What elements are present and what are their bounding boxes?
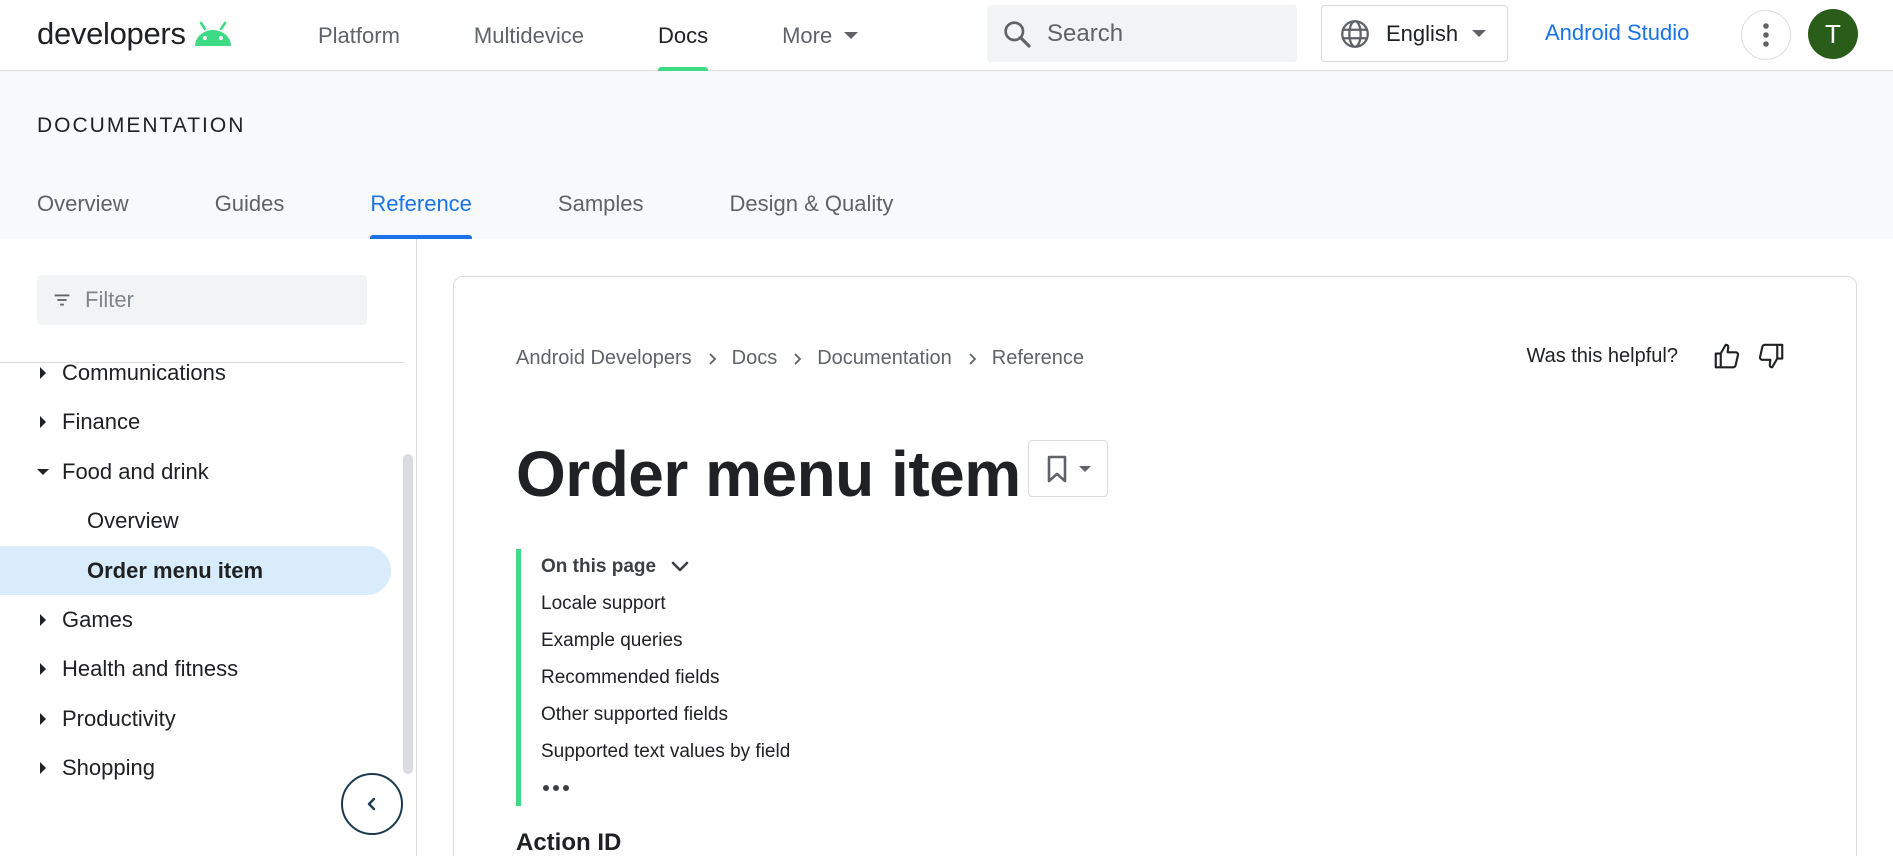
filter-box[interactable] <box>37 275 367 325</box>
page-title: Order menu item <box>516 438 1021 510</box>
top-nav: Platform Multidevice Docs More <box>318 0 932 71</box>
search-box[interactable] <box>987 5 1297 62</box>
language-label: English <box>1386 20 1459 46</box>
sidebar-item-food-and-drink[interactable]: Food and drink <box>0 447 391 496</box>
sidebar-nav-list: Communications Finance Food and drink Ov… <box>0 363 404 823</box>
expand-arrow-icon <box>40 662 46 675</box>
sidebar-item-finance[interactable]: Finance <box>0 397 391 446</box>
breadcrumb: Android Developers Docs Documentation Re… <box>516 347 1084 370</box>
language-select[interactable]: English <box>1321 5 1508 62</box>
sidebar-item-health-and-fitness[interactable]: Health and fitness <box>0 644 391 693</box>
toc-item[interactable]: Locale support <box>541 585 916 622</box>
toc-item[interactable]: Recommended fields <box>541 659 916 696</box>
filter-input[interactable] <box>85 287 345 313</box>
sidebar-item-label: Food and drink <box>62 458 209 484</box>
tab-samples[interactable]: Samples <box>558 183 644 239</box>
table-of-contents: On this page Locale support Example quer… <box>516 549 916 806</box>
expand-arrow-icon <box>40 366 46 379</box>
sidebar-item-order-menu-item[interactable]: Order menu item <box>0 546 391 595</box>
bookmark-button[interactable] <box>1028 440 1108 497</box>
avatar-initial: T <box>1825 18 1841 49</box>
sidebar-item-overview[interactable]: Overview <box>0 496 391 545</box>
sidebar-item-games[interactable]: Games <box>0 595 391 644</box>
content-card: Android Developers Docs Documentation Re… <box>453 276 1857 856</box>
sidebar-scrollbar[interactable] <box>403 454 413 774</box>
breadcrumb-item[interactable]: Docs <box>732 347 778 370</box>
sidebar-item-label: Productivity <box>62 705 176 731</box>
developers-logo[interactable]: developers <box>37 16 234 52</box>
sidebar-item-label: Health and fitness <box>62 655 239 681</box>
nav-docs[interactable]: Docs <box>657 0 709 71</box>
tab-design-quality[interactable]: Design & Quality <box>730 183 894 239</box>
nav-multidevice[interactable]: Multidevice <box>474 0 584 71</box>
helpful-label: Was this helpful? <box>1526 344 1678 367</box>
android-head-icon <box>194 21 231 46</box>
expand-arrow-icon <box>40 415 46 428</box>
sidebar-item-label: Communications <box>62 363 226 385</box>
breadcrumb-item[interactable]: Reference <box>992 347 1084 370</box>
search-icon <box>1004 20 1031 48</box>
top-header: developers Platform Multidevice Docs Mor… <box>0 0 1893 71</box>
collapse-sidebar-button[interactable] <box>341 773 403 835</box>
nav-multidevice-label: Multidevice <box>473 22 584 48</box>
chevron-down-icon <box>1079 465 1091 472</box>
nav-platform[interactable]: Platform <box>318 0 400 71</box>
more-vert-icon <box>1763 23 1769 47</box>
tab-reference[interactable]: Reference <box>370 183 472 239</box>
sidebar-item-shopping[interactable]: Shopping <box>0 743 391 792</box>
avatar[interactable]: T <box>1808 9 1858 59</box>
thumb-up-icon[interactable] <box>1712 341 1742 371</box>
logo-text: developers <box>37 16 186 51</box>
sidebar-item-label: Order menu item <box>87 557 264 583</box>
sidebar-item-label: Finance <box>62 408 141 434</box>
section-title: DOCUMENTATION <box>37 114 246 137</box>
toc-heading: On this page <box>541 556 657 577</box>
toc-item[interactable]: Supported text values by field <box>541 733 916 770</box>
chevron-left-icon <box>367 797 376 811</box>
nav-platform-label: Platform <box>318 22 400 48</box>
sidebar-item-label: Games <box>62 606 133 632</box>
section-heading: Action ID <box>516 829 622 856</box>
sidebar-item-label: Shopping <box>62 754 155 780</box>
breadcrumb-item[interactable]: Android Developers <box>516 347 692 370</box>
expand-arrow-icon <box>40 613 46 626</box>
section-tabs: Overview Guides Reference Samples Design… <box>37 183 979 239</box>
globe-icon <box>1341 19 1369 48</box>
chevron-down-icon <box>1472 30 1487 37</box>
chevron-down-icon <box>671 561 689 572</box>
nav-more[interactable]: More <box>782 0 859 71</box>
tab-overview[interactable]: Overview <box>37 183 129 239</box>
nav-docs-label: Docs <box>657 22 709 48</box>
search-input[interactable] <box>1047 19 1267 48</box>
android-studio-link[interactable]: Android Studio <box>1545 20 1689 46</box>
sidebar: Communications Finance Food and drink Ov… <box>0 239 417 856</box>
chevron-right-icon <box>709 352 716 365</box>
toc-toggle[interactable]: On this page <box>541 549 916 585</box>
nav-more-label: More <box>782 22 833 48</box>
sidebar-item-label: Overview <box>87 507 179 533</box>
chevron-right-icon <box>794 352 802 365</box>
breadcrumb-item[interactable]: Documentation <box>817 347 952 370</box>
feedback-widget: Was this helpful? <box>1526 341 1786 371</box>
section-header: DOCUMENTATION Overview Guides Reference … <box>0 71 1893 239</box>
filter-icon <box>54 294 70 306</box>
chevron-down-icon <box>844 32 859 39</box>
toc-more-button[interactable] <box>541 770 916 806</box>
collapse-arrow-icon <box>37 468 49 475</box>
thumb-down-icon[interactable] <box>1756 341 1786 371</box>
tab-guides[interactable]: Guides <box>215 183 285 239</box>
sidebar-item-communications[interactable]: Communications <box>0 363 391 397</box>
toc-item[interactable]: Example queries <box>541 622 916 659</box>
more-horiz-icon <box>543 785 569 791</box>
sidebar-item-productivity[interactable]: Productivity <box>0 694 391 743</box>
more-options-button[interactable] <box>1741 10 1791 60</box>
expand-arrow-icon <box>40 712 46 725</box>
toc-item[interactable]: Other supported fields <box>541 696 916 733</box>
expand-arrow-icon <box>40 761 46 774</box>
chevron-right-icon <box>969 352 977 365</box>
bookmark-icon <box>1047 455 1067 482</box>
